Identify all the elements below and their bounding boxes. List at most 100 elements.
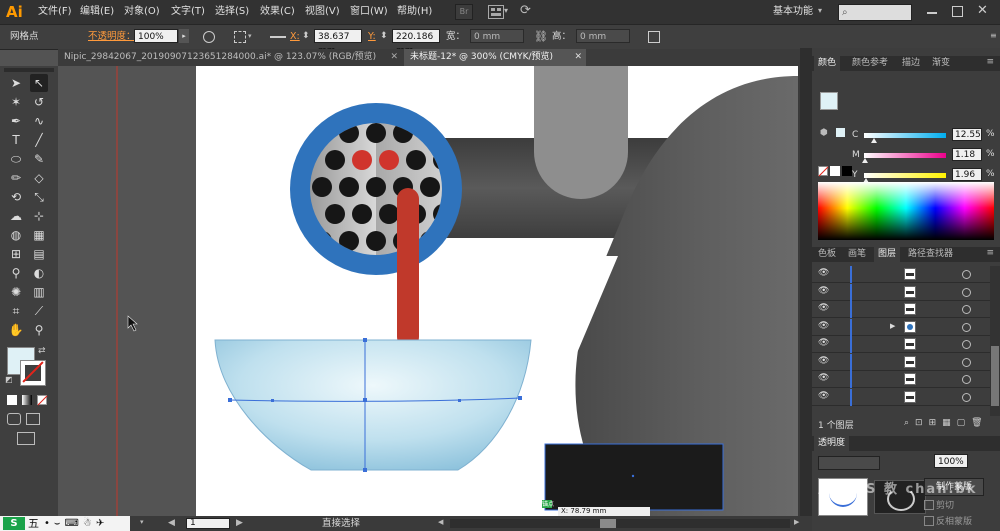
tab-layers[interactable]: 图层	[874, 247, 901, 262]
panel-grip[interactable]	[4, 68, 54, 72]
layer-row[interactable]: 👁	[812, 371, 990, 388]
menu-help[interactable]: 帮助(H)	[397, 0, 432, 24]
tab-stroke[interactable]: 描边	[898, 56, 924, 71]
pencil-tool-icon[interactable]: ✏	[7, 169, 25, 187]
draw-behind-icon[interactable]	[26, 413, 40, 425]
target-icon[interactable]	[962, 270, 971, 279]
visibility-eye-icon[interactable]: 👁	[818, 391, 829, 401]
workspace-switcher[interactable]: 基本功能	[773, 0, 813, 24]
opacity-dropdown-icon[interactable]: ▸	[179, 29, 189, 43]
gpu-performance-icon[interactable]: ⟳	[520, 3, 531, 18]
layer-row[interactable]: 👁	[812, 336, 990, 353]
ime-logo-icon[interactable]: S	[3, 517, 25, 530]
shape-builder-tool-icon[interactable]: ◍	[7, 226, 25, 244]
zoom-tool-icon[interactable]: ⚲	[30, 321, 48, 339]
menu-effect[interactable]: 效果(C)	[260, 0, 295, 24]
gradient-tool-icon[interactable]: ▤	[30, 245, 48, 263]
layer-row[interactable]: 👁	[812, 388, 990, 406]
stroke-swatch[interactable]	[20, 360, 46, 386]
layer-row[interactable]: 👁	[812, 283, 990, 301]
stepper-icon[interactable]: ⬍	[302, 29, 312, 43]
scale-tool-icon[interactable]: ⤡	[30, 188, 48, 206]
menu-type[interactable]: 文字(T)	[171, 0, 205, 24]
swap-fill-stroke-icon[interactable]: ⇄	[38, 346, 46, 356]
scroll-left-icon[interactable]: ◀	[438, 518, 443, 526]
target-icon[interactable]	[962, 287, 971, 297]
none-mode-icon[interactable]	[37, 395, 48, 406]
opacity-label[interactable]: 不透明度：	[88, 25, 136, 49]
target-icon[interactable]	[962, 322, 971, 332]
white-swatch[interactable]	[830, 166, 840, 176]
visibility-eye-icon[interactable]: 👁	[818, 356, 829, 366]
minimize-icon[interactable]	[927, 12, 937, 14]
menu-view[interactable]: 视图(V)	[305, 0, 340, 24]
target-icon[interactable]	[962, 392, 971, 402]
target-icon[interactable]	[962, 375, 971, 384]
tab-document-nipic[interactable]: Nipic_29842067_20190907123651284000.ai* …	[58, 49, 402, 66]
menu-edit[interactable]: 编辑(E)	[80, 0, 114, 24]
channel-slider-thumb[interactable]	[861, 158, 868, 163]
screen-mode-icon[interactable]	[17, 432, 35, 445]
channel-slider-track[interactable]	[864, 173, 946, 178]
opacity-input[interactable]: 100%	[134, 29, 178, 43]
visibility-eye-icon[interactable]: 👁	[818, 373, 829, 383]
channel-value-input[interactable]: 12.55	[952, 128, 982, 141]
expand-arrow-icon[interactable]: ▶	[890, 322, 895, 330]
draw-mode-icon[interactable]	[7, 413, 21, 425]
transparency-opacity-input[interactable]: 100%	[934, 454, 968, 468]
panel-menu-icon[interactable]: ≡	[986, 248, 994, 258]
arrange-documents-icon[interactable]	[488, 5, 504, 19]
recolor-icon[interactable]	[203, 31, 215, 43]
tab-document-untitled[interactable]: 未标题-12* @ 300% (CMYK/预览) ✕	[404, 49, 586, 66]
none-color-icon[interactable]	[818, 166, 829, 177]
scrollbar-thumb[interactable]	[600, 519, 616, 528]
visibility-eye-icon[interactable]: 👁	[818, 321, 829, 331]
ellipse-tool-icon[interactable]: ⬭	[7, 150, 25, 168]
close-icon[interactable]: ✕	[574, 49, 582, 66]
target-icon[interactable]	[962, 305, 971, 314]
ime-tool-icons[interactable]: •⌣⌨☃✈	[44, 516, 108, 531]
default-fill-stroke-icon[interactable]: ◩	[5, 375, 13, 384]
hand-tool-icon[interactable]: ✋	[7, 321, 25, 339]
horizontal-scrollbar[interactable]	[450, 519, 790, 528]
layer-row[interactable]: 👁	[812, 266, 990, 283]
tab-color-guide[interactable]: 颜色参考	[848, 56, 892, 71]
artboard-number-input[interactable]: 1	[186, 518, 230, 529]
type-tool-icon[interactable]: T	[7, 131, 25, 149]
color-mode-icon[interactable]	[7, 395, 17, 405]
transform-icon[interactable]	[648, 31, 660, 43]
menu-object[interactable]: 对象(O)	[124, 0, 160, 24]
first-artboard-icon[interactable]: ◀	[168, 518, 175, 528]
y-input[interactable]: 220.186 mm	[392, 29, 440, 56]
anchor-convert-icon[interactable]	[270, 36, 286, 38]
layer-actions-icons[interactable]: ⌕⊡⊞▦▢🗑	[904, 418, 989, 428]
panel-menu-icon[interactable]: ≡	[986, 57, 994, 67]
tab-brushes[interactable]: 画笔	[844, 247, 870, 262]
symbol-sprayer-tool-icon[interactable]: ✺	[7, 283, 25, 301]
target-icon[interactable]	[962, 357, 971, 367]
close-icon[interactable]: ✕	[390, 49, 398, 66]
visibility-eye-icon[interactable]: 👁	[818, 303, 829, 313]
ime-mode-label[interactable]: 五	[28, 516, 39, 531]
mesh-tool-icon[interactable]: ⊞	[7, 245, 25, 263]
maximize-icon[interactable]	[952, 6, 963, 17]
layers-scrollbar[interactable]	[990, 266, 1000, 416]
free-transform-tool-icon[interactable]: ⊹	[30, 207, 48, 225]
width-input[interactable]: 0 mm	[470, 29, 524, 43]
zoom-dropdown-icon[interactable]: ▾	[140, 518, 150, 529]
link-proportions-icon[interactable]: ⛓	[534, 30, 548, 43]
tab-transparency[interactable]: 透明度	[814, 436, 850, 451]
chevron-down-icon[interactable]: ▾	[818, 6, 822, 15]
eyedropper-tool-icon[interactable]: ⚲	[7, 264, 25, 282]
perspective-grid-tool-icon[interactable]: ▦	[30, 226, 48, 244]
invert-mask-checkbox[interactable]	[924, 516, 934, 526]
align-icon[interactable]	[234, 31, 246, 43]
height-input[interactable]: 0 mm	[576, 29, 630, 43]
lasso-tool-icon[interactable]: ↺	[30, 93, 48, 111]
black-swatch[interactable]	[842, 166, 852, 176]
tab-gradient[interactable]: 渐变	[928, 56, 954, 71]
scrollbar-thumb[interactable]	[991, 346, 999, 406]
pen-tool-icon[interactable]: ✒	[7, 112, 25, 130]
column-graph-tool-icon[interactable]: ▥	[30, 283, 48, 301]
x-input[interactable]: 38.637 mm	[314, 29, 362, 56]
